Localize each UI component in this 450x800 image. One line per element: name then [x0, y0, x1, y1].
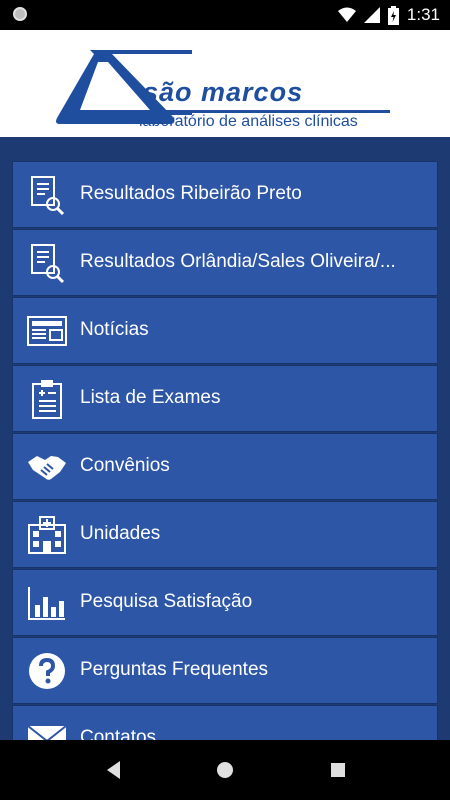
newspaper-icon: [27, 311, 67, 351]
menu-item-label: Perguntas Frequentes: [80, 659, 269, 680]
back-icon[interactable]: [102, 758, 126, 782]
menu-item-convenios[interactable]: Convênios: [12, 433, 438, 500]
clock-time: 1:31: [406, 5, 440, 24]
menu-item-noticias[interactable]: Notícias: [12, 297, 438, 364]
bar-chart-icon: [27, 583, 67, 623]
document-search-icon: [27, 243, 67, 283]
menu-item-contatos[interactable]: Contatos: [12, 705, 438, 740]
hospital-building-icon: [27, 515, 67, 555]
menu-list: Resultados Ribeirão Preto Resultados Orl…: [12, 161, 438, 740]
status-bar: 1:31: [0, 0, 450, 30]
system-navigation-bar: [0, 740, 450, 800]
menu-item-pesquisa-satisfacao[interactable]: Pesquisa Satisfação: [12, 569, 438, 636]
menu-item-label: Notícias: [80, 319, 149, 340]
menu-item-label: Lista de Exames: [80, 387, 221, 408]
handshake-icon: [27, 447, 67, 487]
envelope-icon: [27, 719, 67, 740]
menu-item-resultados-ribeirao-preto[interactable]: Resultados Ribeirão Preto: [12, 161, 438, 228]
menu-item-label: Unidades: [80, 523, 161, 544]
recent-apps-icon[interactable]: [326, 758, 350, 782]
menu-item-perguntas-frequentes[interactable]: Perguntas Frequentes: [12, 637, 438, 704]
brand-subtitle: laboratório de análises clínicas: [139, 113, 358, 130]
app-header: são marcos laboratório de análises clíni…: [0, 30, 450, 137]
home-icon[interactable]: [213, 758, 237, 782]
main-menu: Resultados Ribeirão Preto Resultados Orl…: [0, 137, 450, 740]
brand-name: são marcos: [143, 77, 304, 107]
clipboard-icon: [27, 379, 67, 419]
question-icon: [27, 651, 67, 691]
menu-item-label: Resultados Ribeirão Preto: [80, 183, 302, 204]
cellular-signal-icon: [363, 7, 380, 23]
menu-item-resultados-orlandia[interactable]: Resultados Orlândia/Sales Oliveira/...: [12, 229, 438, 296]
menu-item-lista-de-exames[interactable]: Lista de Exames: [12, 365, 438, 432]
notification-dot-icon: [13, 7, 27, 21]
battery-charging-icon: [387, 5, 399, 25]
menu-item-label: Resultados Orlândia/Sales Oliveira/...: [80, 251, 396, 272]
menu-item-label: Pesquisa Satisfação: [80, 591, 253, 612]
menu-item-label: Contatos: [80, 727, 157, 740]
document-search-icon: [27, 175, 67, 215]
status-icons: 1:31: [337, 5, 440, 25]
menu-item-unidades[interactable]: Unidades: [12, 501, 438, 568]
menu-item-label: Convênios: [80, 455, 170, 476]
wifi-icon: [337, 7, 356, 22]
